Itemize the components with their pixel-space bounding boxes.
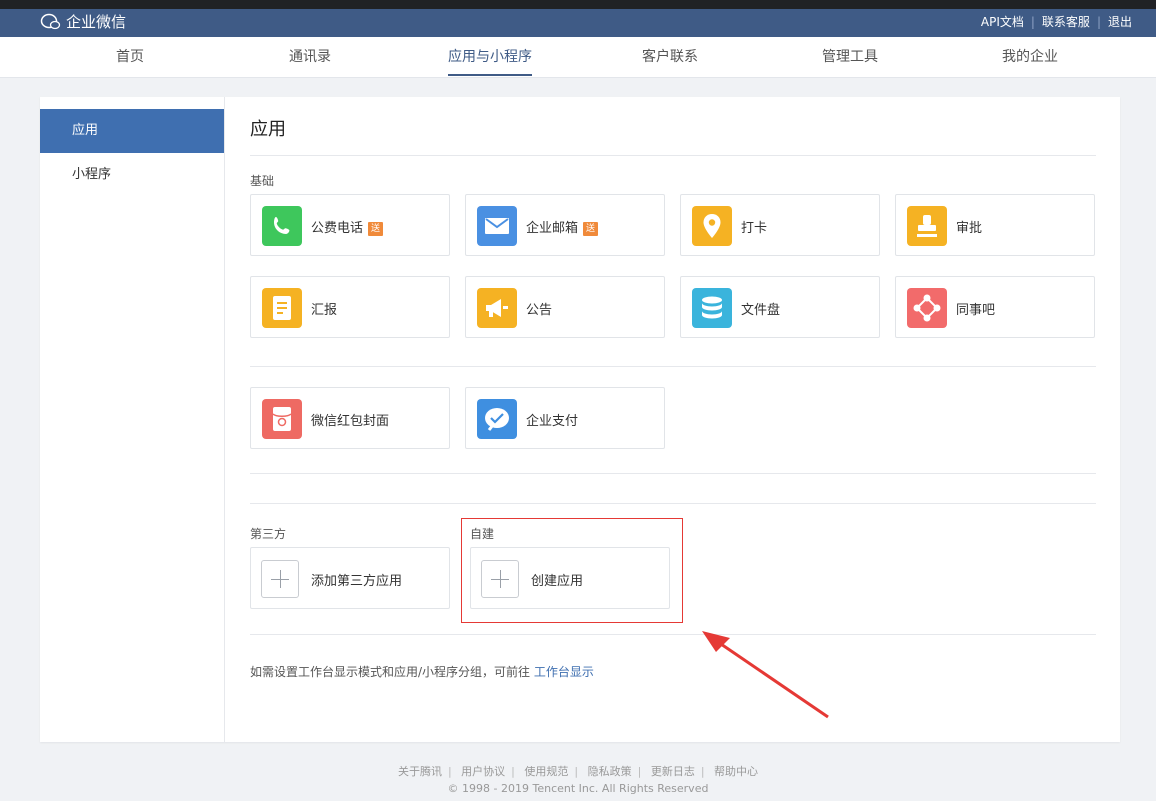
logo[interactable]: 企业微信: [40, 11, 126, 32]
workbench-display-link[interactable]: 工作台显示: [534, 665, 594, 679]
red-packet-icon: [262, 399, 302, 439]
section-label-basic: 基础: [250, 174, 275, 188]
footer: 关于腾讯 | 用户协议 | 使用规范 | 隐私政策 | 更新日志 | 帮助中心 © 199…: [0, 763, 1156, 797]
app-card-mail[interactable]: 企业邮箱送: [465, 194, 665, 256]
sidebar-item-mini-programs[interactable]: 小程序: [40, 153, 224, 197]
section-label-third-party: 第三方: [250, 527, 287, 541]
stamp-icon: [907, 206, 947, 246]
divider: [250, 503, 1096, 504]
copyright: © 1998 - 2019 Tencent Inc. All Rights Re…: [447, 782, 709, 795]
api-docs-link[interactable]: API文档: [981, 13, 1024, 30]
nav-item-contacts[interactable]: 通讯录: [289, 37, 331, 78]
send-badge: 送: [368, 222, 384, 236]
top-header-bar: 企业微信 API文档 | 联系客服 | 退出: [0, 0, 1156, 37]
nav-item-tools[interactable]: 管理工具: [822, 37, 878, 78]
nav-item-my-company[interactable]: 我的企业: [1002, 37, 1058, 78]
plus-icon: [261, 560, 299, 598]
add-app-label: 添加第三方应用: [311, 574, 403, 589]
highlight-box: [461, 518, 683, 623]
divider: [250, 473, 1096, 474]
divider: [250, 155, 1096, 156]
app-name: 企业邮箱送: [526, 217, 599, 236]
app-card-approval[interactable]: 审批: [895, 194, 1095, 256]
colleague-network-icon: [907, 288, 947, 328]
phone-icon: [262, 206, 302, 246]
logo-text: 企业微信: [66, 13, 127, 31]
app-card-checkin[interactable]: 打卡: [680, 194, 880, 256]
footer-link-guidelines[interactable]: 使用规范: [524, 765, 568, 778]
app-name: 微信红包封面: [311, 414, 390, 429]
page-title: 应用: [250, 119, 286, 140]
app-name: 同事吧: [956, 303, 996, 318]
mail-icon: [477, 206, 517, 246]
nav-item-customer[interactable]: 客户联系: [642, 37, 698, 78]
app-card-file-drive[interactable]: 文件盘: [680, 276, 880, 338]
app-card-phone[interactable]: 公费电话送: [250, 194, 450, 256]
divider: [250, 366, 1096, 367]
app-name: 公告: [526, 303, 553, 318]
top-links: API文档 | 联系客服 | 退出: [981, 13, 1132, 30]
nav-item-home[interactable]: 首页: [116, 37, 144, 78]
app-name: 汇报: [311, 303, 338, 318]
footer-links: 关于腾讯 | 用户协议 | 使用规范 | 隐私政策 | 更新日志 | 帮助中心: [397, 765, 759, 778]
footer-link-changelog[interactable]: 更新日志: [651, 765, 695, 778]
report-doc-icon: [262, 288, 302, 328]
app-card-report[interactable]: 汇报: [250, 276, 450, 338]
main-nav: 首页 通讯录 应用与小程序 客户联系 管理工具 我的企业: [0, 37, 1156, 78]
main-card: 应用 小程序 应用 基础 公费电话送 企业邮箱送 打卡 审批 汇报 公告 文件盘…: [40, 97, 1120, 742]
app-name: 打卡: [741, 221, 768, 236]
sidebar-item-apps[interactable]: 应用: [40, 109, 224, 153]
footer-link-help[interactable]: 帮助中心: [714, 765, 758, 778]
sidebar: 应用 小程序: [40, 97, 225, 742]
footer-link-about[interactable]: 关于腾讯: [398, 765, 442, 778]
app-card-payment[interactable]: 企业支付: [465, 387, 665, 449]
send-badge: 送: [583, 222, 599, 236]
footer-link-terms[interactable]: 用户协议: [461, 765, 505, 778]
link-separator: |: [1030, 14, 1035, 29]
footer-link-privacy[interactable]: 隐私政策: [588, 765, 632, 778]
location-pin-icon: [692, 206, 732, 246]
link-separator: |: [1096, 14, 1101, 29]
payment-icon: [477, 399, 517, 439]
app-card-red-packet[interactable]: 微信红包封面: [250, 387, 450, 449]
megaphone-icon: [477, 288, 517, 328]
contact-support-link[interactable]: 联系客服: [1042, 13, 1090, 30]
wecom-logo-icon: [40, 13, 61, 29]
app-name: 文件盘: [741, 303, 781, 318]
app-name: 审批: [956, 221, 983, 236]
app-name: 企业支付: [526, 414, 579, 429]
app-card-announcement[interactable]: 公告: [465, 276, 665, 338]
app-name: 公费电话送: [311, 217, 384, 236]
hint-text: 如需设置工作台显示模式和应用/小程序分组，可前往 工作台显示: [250, 665, 594, 679]
logout-link[interactable]: 退出: [1108, 13, 1132, 30]
nav-item-apps[interactable]: 应用与小程序: [448, 37, 532, 78]
database-icon: [692, 288, 732, 328]
add-third-party-app-button[interactable]: 添加第三方应用: [250, 547, 450, 609]
divider: [250, 634, 1096, 635]
app-card-colleague[interactable]: 同事吧: [895, 276, 1095, 338]
